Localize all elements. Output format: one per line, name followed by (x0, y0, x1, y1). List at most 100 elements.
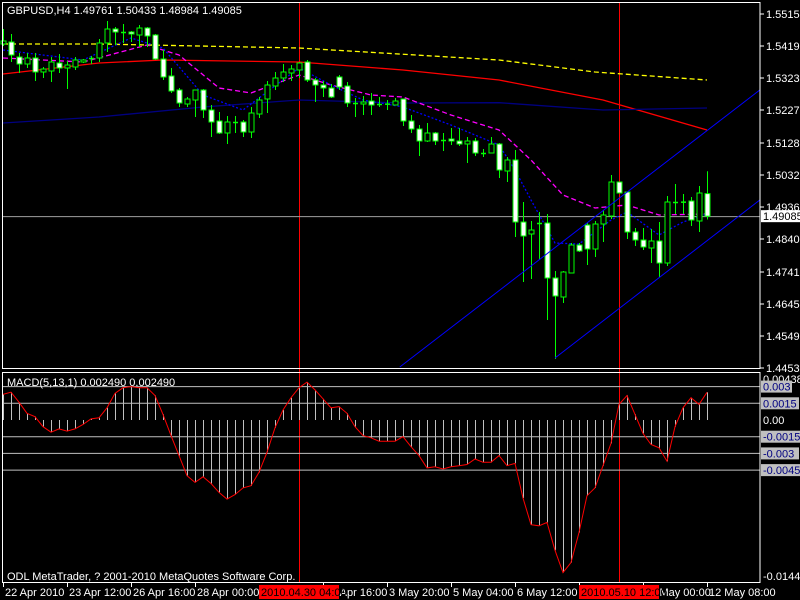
candle-body-bearish (344, 85, 351, 104)
macd-axis-label: -0.0015 (763, 432, 800, 444)
candle-body-bearish (328, 87, 335, 98)
candle-body-bullish (224, 121, 231, 134)
time-axis-label: 26 Apr 16:00 (133, 587, 195, 599)
candle-body-bearish (408, 120, 415, 130)
candle-body-bullish (184, 98, 191, 105)
candle-body-bearish (56, 62, 63, 69)
time-axis-label: 6 May 12:00 (517, 587, 578, 599)
time-axis-label: 28 Apr 00:00 (197, 587, 259, 599)
candle-body-bearish (688, 200, 695, 221)
candle-body-bullish (600, 214, 607, 225)
candle-body-bearish (624, 191, 631, 233)
candle-body-bearish (240, 121, 247, 133)
candle-body-bearish (8, 41, 15, 56)
candle-body-bullish (280, 71, 287, 79)
chart-canvas[interactable]: 1.55150 1.54190 1.53230 1.52270 1.51280 1.503… (0, 0, 800, 600)
candle-body-bullish (360, 101, 367, 105)
candle-body-bullish (0, 40, 7, 45)
candle-body-bullish (464, 140, 471, 145)
candle-body-bearish (112, 28, 119, 33)
candle-body-bearish (304, 61, 311, 81)
candle (80, 59, 87, 63)
candle-body-bearish (16, 56, 23, 65)
candle-body-bullish (504, 159, 511, 172)
candle-body-bearish (216, 120, 223, 134)
candle-body-bullish (72, 59, 79, 68)
candle-body-bullish (272, 77, 279, 87)
candle-body-bullish (24, 57, 31, 65)
candle-body-bullish (264, 84, 271, 100)
candle-body-bearish (456, 140, 463, 145)
price-axis-label: 1.52270 (766, 105, 800, 117)
candle-body-bearish (312, 79, 319, 86)
candle-body-bearish (544, 222, 551, 279)
candle-body-bullish (80, 59, 87, 63)
time-axis-label: 23 Apr 12:00 (69, 587, 131, 599)
candle-body-bearish (704, 193, 711, 217)
candle-body-bullish (248, 112, 255, 133)
candle-body-bullish (104, 28, 111, 44)
candle-body-bullish (136, 27, 143, 36)
time-marker-label: 2010.04.30 04:00 (261, 587, 347, 599)
candle-body-bearish (32, 57, 39, 73)
candle-body-bearish (336, 76, 343, 88)
candle-body-bearish (632, 231, 639, 241)
candle (608, 175, 615, 219)
candle-body-bearish (432, 132, 439, 142)
price-axis-label: 1.48400 (766, 234, 800, 246)
candle (152, 34, 159, 60)
candle-body-bearish (152, 34, 159, 60)
candle-body-bearish (320, 84, 327, 89)
time-axis-label: 3 May 20:00 (389, 587, 450, 599)
candle-body-bullish (664, 201, 671, 264)
macd-axis-label: 0.0015 (763, 398, 797, 410)
macd-axis-label: -0.01444 (763, 571, 800, 583)
candle-body-bearish (472, 140, 479, 154)
candle-body-bearish (520, 221, 527, 237)
price-axis-label: 1.47410 (766, 267, 800, 279)
macd-axis-label: 0.00 (763, 415, 784, 427)
candle-body-bearish (208, 109, 215, 123)
candle-body-bearish (168, 75, 175, 92)
candle-body-bearish (640, 239, 647, 248)
candle-body-bearish (128, 31, 135, 35)
time-axis-label: 22 Apr 2010 (5, 587, 64, 599)
candle-body-bearish (576, 244, 583, 252)
candle-body-bullish (256, 99, 263, 115)
candle-body-bearish (616, 181, 623, 194)
candle-body-bearish (368, 100, 375, 106)
candle-body-bullish (392, 100, 399, 106)
price-axis-label: 1.51280 (766, 138, 800, 150)
candle-body-bearish (584, 224, 591, 250)
candle-body-bullish (560, 271, 567, 298)
macd-axis-label: -0.003 (763, 448, 794, 460)
price-axis-label: 1.54190 (766, 41, 800, 53)
candle-body-bullish (488, 143, 495, 154)
candle-body-bearish (656, 240, 663, 264)
candle-body-bullish (192, 89, 199, 101)
symbol-header: GBPUSD,H4 1.49761 1.50433 1.48984 1.4908… (7, 5, 242, 17)
candle-body-bullish (64, 64, 71, 69)
time-axis-label: 12 May 08:00 (709, 587, 776, 599)
price-axis-label: 1.55150 (766, 9, 800, 21)
candle-body-bearish (496, 143, 503, 171)
candle-body-bearish (512, 159, 519, 223)
candle (568, 243, 575, 274)
candle-body-bearish (176, 89, 183, 104)
candle (664, 196, 671, 266)
copyright-text: ODL MetaTrader, ? 2001-2010 MetaQuotes S… (7, 571, 295, 583)
candle-body-bullish (96, 42, 103, 59)
candle (472, 138, 479, 156)
background (0, 0, 800, 600)
price-axis-label: 1.50320 (766, 170, 800, 182)
candle-body-bullish (608, 181, 615, 217)
candle-body-bearish (416, 128, 423, 142)
candle-body-bearish (448, 138, 455, 142)
candle-body-bullish (568, 244, 575, 274)
candle-body-bullish (528, 229, 535, 235)
candle-body-bullish (424, 132, 431, 142)
candle-body-bullish (48, 61, 55, 72)
candle-body-bullish (288, 68, 295, 74)
candle (624, 191, 631, 239)
candle-body-bearish (144, 27, 151, 37)
